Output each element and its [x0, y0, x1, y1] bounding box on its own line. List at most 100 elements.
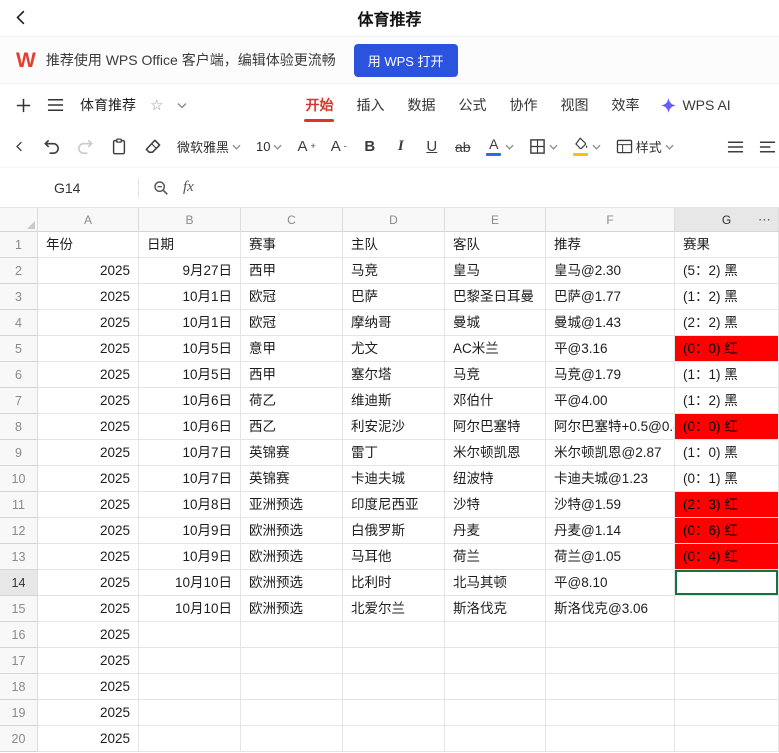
cell-B13[interactable]: 10月9日: [139, 544, 241, 570]
cell-E7[interactable]: 邓伯什: [445, 388, 546, 414]
cell-G2[interactable]: (5：2) 黑: [675, 258, 779, 284]
cell-C14[interactable]: 欧洲预选: [241, 570, 343, 596]
cell-E10[interactable]: 纽波特: [445, 466, 546, 492]
row-header-11[interactable]: 11: [0, 492, 38, 518]
cell-G17[interactable]: [675, 648, 779, 674]
cell-D17[interactable]: [343, 648, 445, 674]
cell-F3[interactable]: 巴萨@1.77: [546, 284, 675, 310]
cell-C9[interactable]: 英锦赛: [241, 440, 343, 466]
cell-D7[interactable]: 维迪斯: [343, 388, 445, 414]
cell-A5[interactable]: 2025: [38, 336, 139, 362]
cell-D19[interactable]: [343, 700, 445, 726]
insert-function-icon[interactable]: fx: [183, 179, 194, 196]
row-header-5[interactable]: 5: [0, 336, 38, 362]
paste-icon[interactable]: [110, 137, 128, 156]
row-header-19[interactable]: 19: [0, 700, 38, 726]
cell-G8[interactable]: (0：0) 红: [675, 414, 779, 440]
row-header-18[interactable]: 18: [0, 674, 38, 700]
row-header-2[interactable]: 2: [0, 258, 38, 284]
name-box[interactable]: G14: [0, 180, 138, 196]
cell-A20[interactable]: 2025: [38, 726, 139, 752]
cell-C4[interactable]: 欧冠: [241, 310, 343, 336]
new-file-icon[interactable]: [14, 96, 33, 115]
cell-B18[interactable]: [139, 674, 241, 700]
cell-F19[interactable]: [546, 700, 675, 726]
underline-button[interactable]: U: [424, 139, 440, 154]
row-header-6[interactable]: 6: [0, 362, 38, 388]
tab-视图[interactable]: 视图: [558, 84, 590, 126]
tab-wps-ai[interactable]: WPS AI: [661, 97, 730, 113]
column-header-G[interactable]: G⋯: [675, 208, 779, 232]
increase-font-button[interactable]: A+: [297, 139, 315, 154]
cell-F10[interactable]: 卡迪夫城@1.23: [546, 466, 675, 492]
font-size-dropdown[interactable]: 10: [256, 139, 282, 154]
file-menu-chevron-icon[interactable]: [177, 102, 187, 109]
cell-D3[interactable]: 巴萨: [343, 284, 445, 310]
cell-A14[interactable]: 2025: [38, 570, 139, 596]
cell-C2[interactable]: 西甲: [241, 258, 343, 284]
cell-A1[interactable]: 年份: [38, 232, 139, 258]
cell-G11[interactable]: (2：3) 红: [675, 492, 779, 518]
cell-E11[interactable]: 沙特: [445, 492, 546, 518]
cell-F7[interactable]: 平@4.00: [546, 388, 675, 414]
row-header-3[interactable]: 3: [0, 284, 38, 310]
cell-D14[interactable]: 比利时: [343, 570, 445, 596]
cell-B11[interactable]: 10月8日: [139, 492, 241, 518]
row-header-9[interactable]: 9: [0, 440, 38, 466]
cell-G10[interactable]: (0：1) 黑: [675, 466, 779, 492]
tab-开始[interactable]: 开始: [303, 84, 335, 126]
cell-D9[interactable]: 雷丁: [343, 440, 445, 466]
cell-A13[interactable]: 2025: [38, 544, 139, 570]
cell-A2[interactable]: 2025: [38, 258, 139, 284]
font-color-button[interactable]: A: [486, 137, 514, 156]
cell-B8[interactable]: 10月6日: [139, 414, 241, 440]
cell-E18[interactable]: [445, 674, 546, 700]
cell-B4[interactable]: 10月1日: [139, 310, 241, 336]
cell-B12[interactable]: 10月9日: [139, 518, 241, 544]
cell-D6[interactable]: 塞尔塔: [343, 362, 445, 388]
cell-E5[interactable]: AC米兰: [445, 336, 546, 362]
cell-D13[interactable]: 马耳他: [343, 544, 445, 570]
column-header-C[interactable]: C: [241, 208, 343, 232]
cell-C16[interactable]: [241, 622, 343, 648]
cell-E8[interactable]: 阿尔巴塞特: [445, 414, 546, 440]
cell-G9[interactable]: (1：0) 黑: [675, 440, 779, 466]
cell-B15[interactable]: 10月10日: [139, 596, 241, 622]
cell-E6[interactable]: 马竞: [445, 362, 546, 388]
zoom-search-icon[interactable]: [152, 179, 170, 197]
cell-F12[interactable]: 丹麦@1.14: [546, 518, 675, 544]
cell-G4[interactable]: (2：2) 黑: [675, 310, 779, 336]
row-header-20[interactable]: 20: [0, 726, 38, 752]
cell-F6[interactable]: 马竞@1.79: [546, 362, 675, 388]
cell-G13[interactable]: (0：4) 红: [675, 544, 779, 570]
align-left-icon[interactable]: [759, 140, 776, 154]
cell-D10[interactable]: 卡迪夫城: [343, 466, 445, 492]
cell-E17[interactable]: [445, 648, 546, 674]
collapse-toolbar-icon[interactable]: [12, 139, 27, 154]
cell-B9[interactable]: 10月7日: [139, 440, 241, 466]
cell-D11[interactable]: 印度尼西亚: [343, 492, 445, 518]
row-header-12[interactable]: 12: [0, 518, 38, 544]
cell-D4[interactable]: 摩纳哥: [343, 310, 445, 336]
row-header-1[interactable]: 1: [0, 232, 38, 258]
cell-E20[interactable]: [445, 726, 546, 752]
cell-E12[interactable]: 丹麦: [445, 518, 546, 544]
column-header-D[interactable]: D: [343, 208, 445, 232]
cell-D2[interactable]: 马竞: [343, 258, 445, 284]
cell-E4[interactable]: 曼城: [445, 310, 546, 336]
cell-B17[interactable]: [139, 648, 241, 674]
tab-插入[interactable]: 插入: [354, 84, 386, 126]
tab-数据[interactable]: 数据: [405, 84, 437, 126]
cell-F8[interactable]: 阿尔巴塞特+0.5@0.8: [546, 414, 675, 440]
more-columns-button[interactable]: ⋯: [758, 208, 771, 232]
cell-B19[interactable]: [139, 700, 241, 726]
formula-input[interactable]: [194, 168, 779, 207]
cell-A11[interactable]: 2025: [38, 492, 139, 518]
cell-F16[interactable]: [546, 622, 675, 648]
cell-C17[interactable]: [241, 648, 343, 674]
cell-D1[interactable]: 主队: [343, 232, 445, 258]
cell-A12[interactable]: 2025: [38, 518, 139, 544]
cell-F13[interactable]: 荷兰@1.05: [546, 544, 675, 570]
tab-协作[interactable]: 协作: [507, 84, 539, 126]
cell-E14[interactable]: 北马其顿: [445, 570, 546, 596]
